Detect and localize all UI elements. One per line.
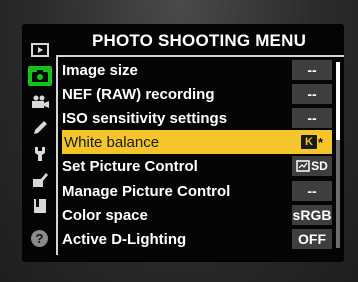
scrollbar-thumb[interactable]	[336, 62, 340, 140]
fine-tune-marker: *	[317, 134, 324, 150]
movie-camera-icon	[32, 95, 49, 108]
menu-item-label: NEF (RAW) recording	[62, 85, 215, 103]
tab-retouch[interactable]	[28, 170, 52, 190]
menu-item-value: --	[292, 181, 332, 201]
menu-item-value: OFF	[292, 229, 332, 249]
menu-item-value: --	[292, 60, 332, 80]
menu-item-label: Active D-Lighting	[62, 230, 187, 248]
menu-item-label: Image size	[62, 61, 138, 79]
menu-item-value: sRGB	[292, 205, 332, 225]
pencil-icon	[34, 121, 47, 134]
menu-item-label: ISO sensitivity settings	[62, 109, 228, 127]
menu-item-nef-raw-recording[interactable]: NEF (RAW) recording --	[62, 83, 332, 105]
menu-item-label: Color space	[62, 206, 148, 224]
help-icon[interactable]: ?	[31, 230, 48, 247]
menu-item-label: Set Picture Control	[62, 157, 198, 175]
menu-item-color-space[interactable]: Color space sRGB	[62, 204, 332, 226]
menu-item-value: --	[292, 108, 332, 128]
tab-custom-settings[interactable]	[28, 118, 52, 138]
tab-playback[interactable]	[28, 40, 52, 60]
tab-setup[interactable]	[28, 144, 52, 164]
picture-control-value: SD	[292, 156, 332, 176]
menu-item-value: --	[292, 84, 332, 104]
my-menu-icon	[34, 199, 46, 213]
tab-photo-shooting[interactable]	[28, 66, 52, 86]
playback-icon	[31, 43, 49, 57]
camera-icon	[32, 70, 48, 82]
kelvin-icon: K	[300, 135, 317, 149]
picture-control-icon	[296, 160, 310, 172]
white-balance-value: K *	[292, 132, 332, 152]
retouch-icon	[33, 173, 48, 187]
tab-my-menu[interactable]	[28, 196, 52, 216]
menu-item-active-d-lighting[interactable]: Active D-Lighting OFF	[62, 228, 332, 250]
tab-movie-shooting[interactable]	[28, 92, 52, 112]
menu-title: PHOTO SHOOTING MENU	[91, 31, 307, 50]
menu-item-label: White balance	[64, 133, 160, 151]
menu-item-iso-sensitivity[interactable]: ISO sensitivity settings --	[62, 107, 332, 129]
menu-item-image-size[interactable]: Image size --	[62, 59, 332, 81]
menu-item-label: Manage Picture Control	[62, 182, 231, 200]
menu-item-value: SD	[311, 159, 328, 173]
wrench-icon	[35, 147, 45, 161]
menu-item-manage-picture-control[interactable]: Manage Picture Control --	[62, 180, 332, 202]
menu-tab-bar	[26, 36, 54, 258]
menu-item-white-balance[interactable]: White balance K *	[62, 130, 332, 154]
menu-item-set-picture-control[interactable]: Set Picture Control SD	[62, 155, 332, 177]
menu-scrollbar[interactable]	[336, 62, 340, 248]
